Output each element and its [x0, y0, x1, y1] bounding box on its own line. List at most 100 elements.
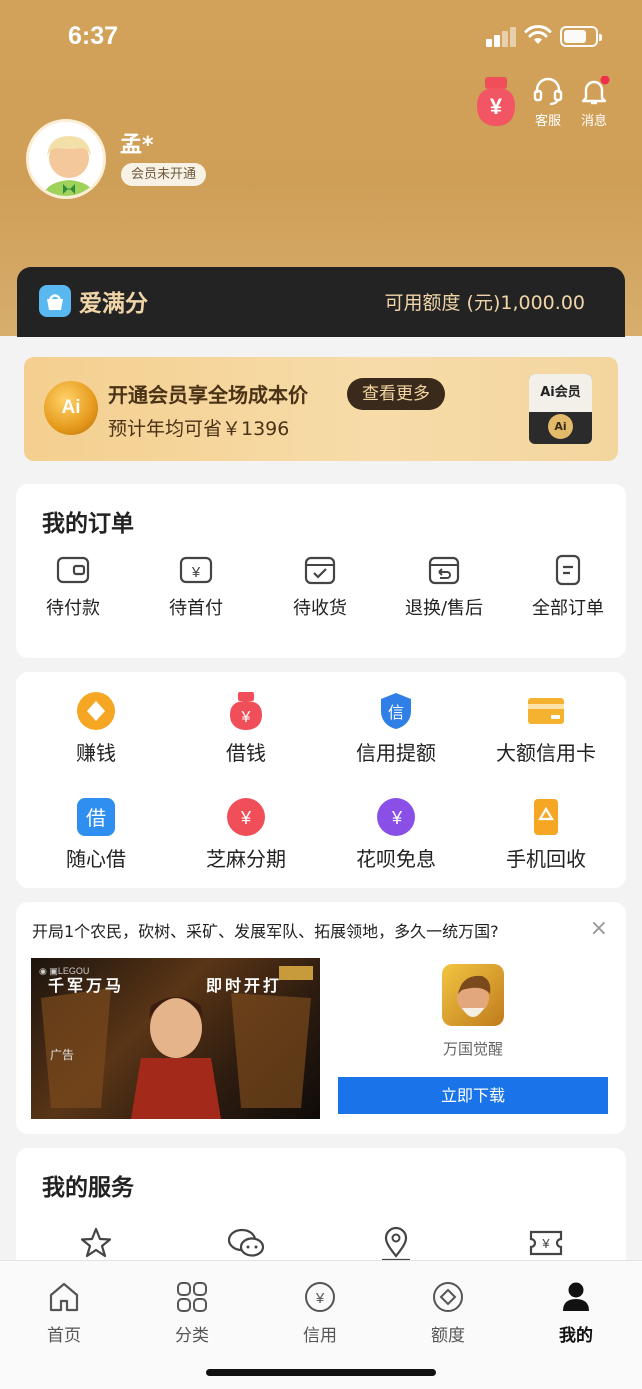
service-favorites[interactable]	[21, 1226, 171, 1264]
credit-increase-item[interactable]: 信 信用提额	[321, 692, 471, 766]
vip-banner-savings: 预计年均可省￥1396	[108, 418, 290, 440]
available-credit: 可用额度 (元)1,000.00	[384, 292, 585, 314]
vip-banner-headline: 开通会员享全场成本价	[108, 383, 308, 407]
my-orders-card: 我的订单 待付款 ¥ 待首付 待收货 退换/售后 全部订单	[16, 484, 626, 658]
tab-category[interactable]: 分类	[142, 1281, 242, 1346]
order-return-aftersale[interactable]: 退换/售后	[384, 554, 504, 620]
download-button[interactable]: 立即下载	[338, 1077, 608, 1114]
tab-profile[interactable]: 我的	[526, 1281, 626, 1346]
brand-name: 爱满分	[79, 291, 148, 317]
card-icon	[527, 692, 565, 730]
yuan-icon: ¥	[179, 556, 213, 584]
tab-credit[interactable]: ¥ 信用	[270, 1281, 370, 1346]
svg-text:¥: ¥	[391, 808, 403, 828]
quick-services-card: 赚钱 ¥ 借钱 信 信用提额 大额信用卡 借 随心借 ¥ 芝麻分期 ¥ 花呗免息…	[16, 672, 626, 888]
box-icon	[304, 556, 336, 585]
customer-service-button[interactable]: 客服	[532, 76, 564, 129]
phone-recycle-icon	[527, 798, 565, 836]
money-bag-icon[interactable]: ¥	[471, 76, 521, 128]
credit-bar[interactable]: 爱满分 可用额度 (元)1,000.00	[17, 267, 625, 337]
large-credit-card-item[interactable]: 大额信用卡	[471, 692, 621, 766]
grid-label: 芝麻分期	[206, 847, 286, 871]
chat-icon	[227, 1228, 265, 1257]
huabei-interest-free-item[interactable]: ¥ 花呗免息	[321, 798, 471, 872]
customer-service-label: 客服	[534, 114, 561, 129]
status-bar: 6:37	[0, 0, 642, 72]
svg-text:信: 信	[388, 703, 404, 722]
wallet-icon	[56, 556, 90, 584]
close-icon[interactable]: ×	[590, 918, 608, 940]
sesame-installment-item[interactable]: ¥ 芝麻分期	[171, 798, 321, 872]
order-pending-downpayment[interactable]: ¥ 待首付	[136, 554, 256, 620]
borrow-money-item[interactable]: ¥ 借钱	[171, 692, 321, 766]
ad-title: 开局1个农民，砍树、采矿、发展军队、拓展领地，多久一统万国?	[32, 922, 499, 941]
username: 孟*	[120, 133, 154, 158]
ad-card[interactable]: 开局1个农民，砍树、采矿、发展军队、拓展领地，多久一统万国? × ◉ ▣LEGO…	[16, 902, 626, 1134]
status-time: 6:37	[68, 22, 119, 50]
game-icon[interactable]	[442, 964, 504, 1026]
bell-icon	[581, 75, 610, 105]
tab-label: 首页	[47, 1326, 81, 1346]
ad-tag: 广告	[50, 1048, 75, 1062]
message-button[interactable]: 消息	[578, 75, 610, 129]
ticket-icon: ¥	[529, 1230, 563, 1256]
order-all[interactable]: 全部订单	[508, 554, 628, 620]
credit-icon: ¥	[305, 1282, 335, 1312]
avatar[interactable]	[26, 119, 106, 199]
category-icon	[177, 1282, 207, 1312]
grid-label: 花呗免息	[356, 847, 436, 871]
borrow-anytime-item[interactable]: 借 随心借	[21, 798, 171, 872]
grid-label: 随心借	[66, 847, 126, 871]
vip-card-coin: Ai	[548, 414, 573, 439]
profile-icon	[563, 1282, 589, 1311]
order-label: 待付款	[46, 598, 100, 619]
headset-icon	[533, 77, 563, 106]
grid-label: 赚钱	[76, 741, 116, 765]
svg-text:借: 借	[86, 806, 106, 830]
ad-image-text-right: 即时开打	[206, 976, 283, 995]
my-services-title: 我的服务	[42, 1175, 134, 1201]
phone-recycle-item[interactable]: 手机回收	[471, 798, 621, 872]
ai-vip-card-icon: Ai会员 Ai	[529, 374, 592, 444]
svg-text:¥: ¥	[241, 709, 251, 726]
grid-label: 手机回收	[506, 847, 586, 871]
grid-label: 借钱	[226, 741, 266, 765]
huabei-icon: ¥	[377, 798, 415, 836]
signal-icon	[486, 27, 518, 47]
money-bag-icon: ¥	[227, 692, 265, 730]
my-orders-title: 我的订单	[42, 511, 134, 537]
see-more-button[interactable]: 查看更多	[347, 378, 445, 410]
diamond-coin-icon	[77, 692, 115, 730]
aimanfen-logo-icon	[39, 285, 71, 317]
tab-label: 分类	[175, 1326, 209, 1346]
earn-money-item[interactable]: 赚钱	[21, 692, 171, 766]
vip-status-badge[interactable]: 会员未开通	[121, 163, 207, 186]
svg-text:¥: ¥	[541, 1236, 550, 1251]
yuan-circle-icon: ¥	[227, 798, 265, 836]
vip-banner[interactable]: Ai 开通会员享全场成本价 查看更多 预计年均可省￥1396 Ai会员 Ai	[24, 357, 618, 461]
home-indicator[interactable]	[206, 1369, 436, 1376]
service-chat[interactable]	[171, 1226, 321, 1264]
quota-icon	[433, 1282, 463, 1312]
borrow-icon: 借	[77, 798, 115, 836]
tab-label: 额度	[431, 1326, 465, 1346]
tab-home[interactable]: 首页	[14, 1281, 114, 1346]
shield-icon: 信	[377, 692, 415, 730]
battery-icon	[560, 26, 602, 47]
home-icon	[49, 1282, 79, 1312]
service-coupons[interactable]: ¥	[471, 1226, 621, 1264]
order-pending-receipt[interactable]: 待收货	[260, 554, 380, 620]
list-icon	[555, 554, 581, 586]
ai-coin-icon: Ai	[44, 381, 98, 435]
location-icon	[382, 1226, 410, 1262]
order-pending-payment[interactable]: 待付款	[13, 554, 133, 620]
tab-label: 我的	[559, 1326, 593, 1346]
star-icon	[80, 1227, 112, 1258]
grid-label: 信用提额	[356, 741, 436, 765]
grid-label: 大额信用卡	[496, 741, 596, 765]
order-label: 待收货	[293, 598, 347, 619]
tab-quota[interactable]: 额度	[398, 1281, 498, 1346]
svg-text:¥: ¥	[240, 808, 252, 828]
return-icon	[428, 556, 460, 585]
vip-card-label: Ai会员	[529, 374, 592, 412]
